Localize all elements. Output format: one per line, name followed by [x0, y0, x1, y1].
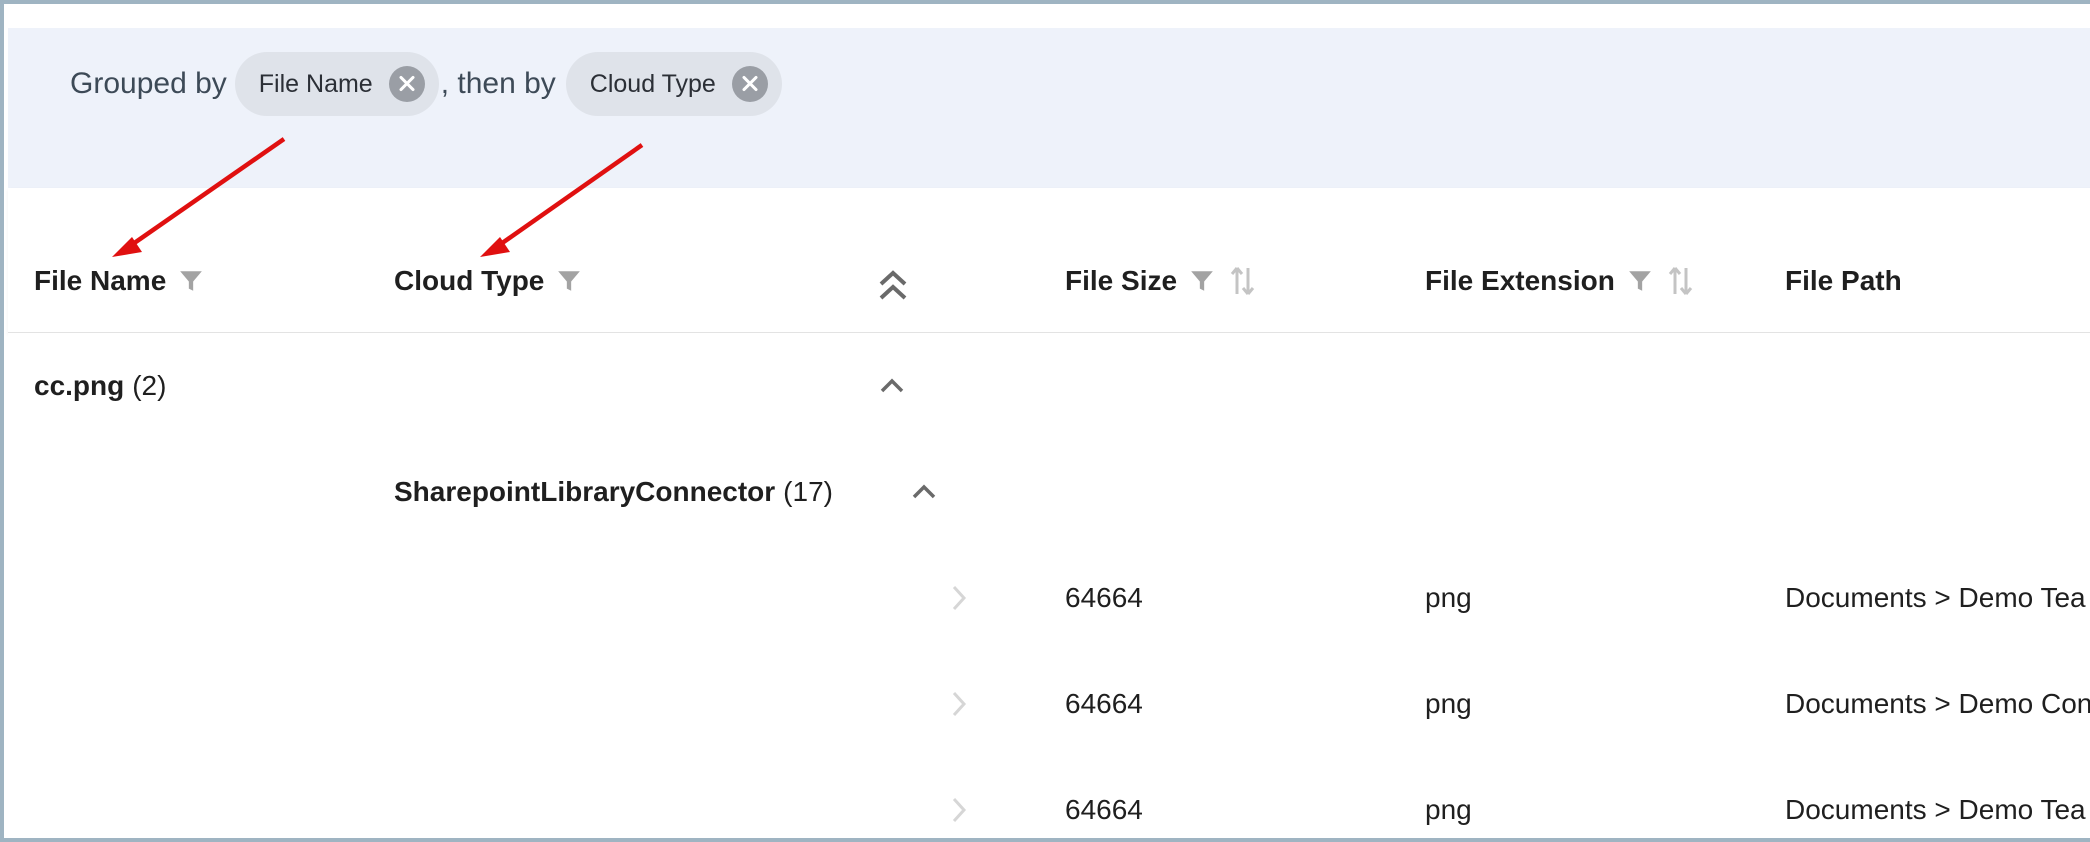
- column-header-label: File Size: [1065, 265, 1178, 296]
- chevron-right-icon[interactable]: [950, 583, 968, 613]
- file-size-cell: 64664: [1065, 688, 1143, 719]
- file-extension-cell: png: [1425, 688, 1472, 719]
- chevron-up-icon[interactable]: [878, 376, 906, 396]
- subgroup-label: SharepointLibraryConnector (17): [394, 439, 833, 545]
- group-row-file-name[interactable]: cc.png (2): [8, 333, 2090, 440]
- group-chip-label: File Name: [258, 69, 373, 98]
- file-size-cell: 64664: [1065, 794, 1143, 825]
- file-size-cell: 64664: [1065, 582, 1143, 613]
- sort-icon[interactable]: [1229, 265, 1255, 297]
- filter-icon[interactable]: [178, 268, 204, 294]
- column-header-file-extension[interactable]: File Extension: [1425, 259, 1693, 303]
- group-count: (2): [132, 370, 167, 401]
- table-row[interactable]: 64664 png Documents > Demo Tea: [8, 545, 2090, 652]
- column-header-file-name[interactable]: File Name: [34, 259, 204, 303]
- chevron-right-icon[interactable]: [950, 689, 968, 719]
- group-chip-file-name[interactable]: File Name: [234, 52, 439, 116]
- table-header: File Name Cloud Type File Size File Exte…: [8, 188, 2090, 333]
- remove-group-icon[interactable]: [388, 66, 425, 102]
- file-path-cell: Documents > Demo Con: [1785, 688, 2090, 719]
- group-row-cloud-type[interactable]: SharepointLibraryConnector (17): [8, 439, 2090, 546]
- group-chip-label: Cloud Type: [589, 69, 716, 98]
- file-path-cell: Documents > Demo Tea: [1785, 794, 2086, 825]
- chevron-right-icon[interactable]: [950, 795, 968, 825]
- grouped-by-label: Grouped by: [70, 67, 227, 100]
- subgroup-name: SharepointLibraryConnector: [394, 476, 776, 507]
- table-row[interactable]: 64664 png Documents > Demo Con: [8, 651, 2090, 758]
- sort-icon[interactable]: [1667, 265, 1693, 297]
- table-row[interactable]: 64664 png Documents > Demo Tea: [8, 757, 2090, 838]
- column-header-cloud-type[interactable]: Cloud Type: [394, 259, 582, 303]
- column-header-label: Cloud Type: [394, 265, 545, 296]
- column-header-label: File Extension: [1425, 265, 1615, 296]
- file-extension-cell: png: [1425, 582, 1472, 613]
- subgroup-count: (17): [783, 476, 833, 507]
- column-header-label: File Name: [34, 265, 167, 296]
- collapse-all-icon[interactable]: [876, 266, 910, 304]
- column-header-file-path[interactable]: File Path: [1785, 259, 1902, 303]
- group-chip-cloud-type[interactable]: Cloud Type: [565, 52, 782, 116]
- grouping-summary: Grouped by File Name , then by Cloud Typ…: [70, 52, 782, 116]
- app-frame: Grouped by File Name , then by Cloud Typ…: [0, 0, 2090, 842]
- chevron-up-icon[interactable]: [910, 482, 938, 502]
- column-header-label: File Path: [1785, 265, 1902, 296]
- column-header-file-size[interactable]: File Size: [1065, 259, 1255, 303]
- group-label: cc.png (2): [34, 333, 166, 439]
- then-by-label: , then by: [440, 67, 556, 100]
- group-name: cc.png: [34, 370, 125, 401]
- filter-icon[interactable]: [1627, 268, 1653, 294]
- remove-group-icon[interactable]: [731, 66, 768, 102]
- file-extension-cell: png: [1425, 794, 1472, 825]
- file-path-cell: Documents > Demo Tea: [1785, 582, 2086, 613]
- filter-icon[interactable]: [556, 268, 582, 294]
- filter-icon[interactable]: [1189, 268, 1215, 294]
